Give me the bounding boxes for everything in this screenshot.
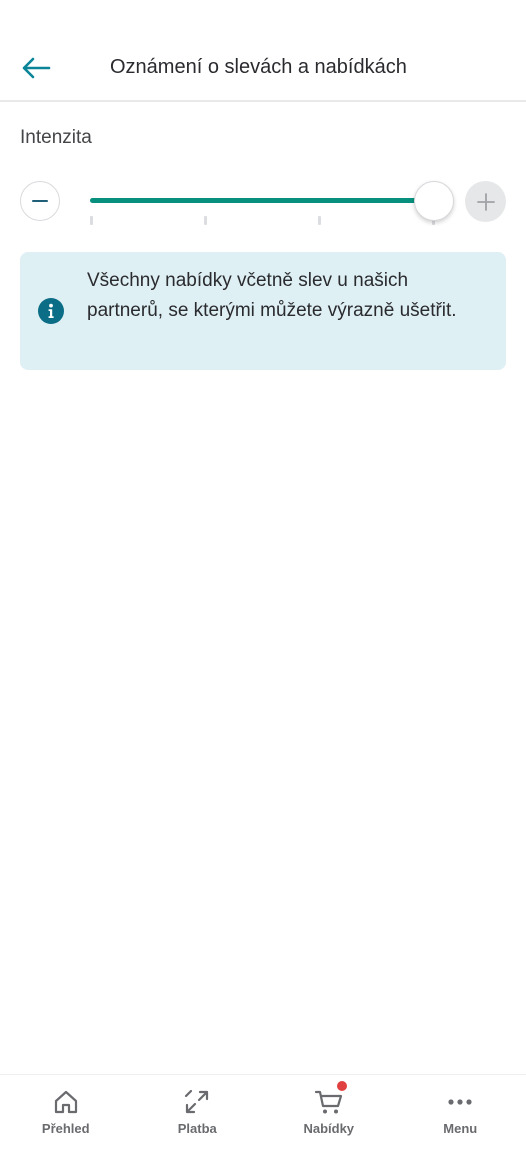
nav-item-nabidky[interactable]: Nabídky xyxy=(263,1075,395,1168)
slider-tick xyxy=(318,216,321,225)
plus-icon xyxy=(476,192,495,211)
info-icon xyxy=(38,298,64,324)
arrow-left-icon xyxy=(22,57,51,79)
page: Oznámení o slevách a nabídkách Intenzita… xyxy=(0,0,526,1168)
more-dots-icon xyxy=(448,1099,472,1105)
nav-item-menu[interactable]: Menu xyxy=(395,1075,526,1168)
cart-icon xyxy=(314,1090,342,1114)
slider-tick xyxy=(90,216,93,225)
transfer-arrows-icon xyxy=(185,1089,209,1114)
nav-label: Nabídky xyxy=(303,1121,355,1136)
page-title: Oznámení o slevách a nabídkách xyxy=(110,56,407,78)
nav-label: Přehled xyxy=(41,1121,90,1136)
home-icon xyxy=(54,1090,77,1114)
increase-button[interactable] xyxy=(465,181,506,222)
slider-tick xyxy=(204,216,207,225)
slider-fill xyxy=(90,198,434,203)
minus-icon xyxy=(32,200,48,202)
info-box: Všechny nabídky včetně slev u našich par… xyxy=(20,252,506,370)
intensity-slider[interactable] xyxy=(90,180,454,230)
nav-item-platba[interactable]: Platba xyxy=(132,1075,264,1168)
intensity-label: Intenzita xyxy=(20,127,92,148)
info-text: Všechny nabídky včetně slev u našich par… xyxy=(87,270,457,321)
decrease-button[interactable] xyxy=(20,181,60,221)
nav-item-prehled[interactable]: Přehled xyxy=(0,1075,132,1168)
nav-label: Platba xyxy=(177,1121,217,1136)
nav-label: Menu xyxy=(443,1121,478,1136)
slider-thumb[interactable] xyxy=(414,181,454,221)
back-button[interactable] xyxy=(14,48,58,88)
app-header: Oznámení o slevách a nabídkách xyxy=(0,0,526,102)
bottom-navigation: Přehled Platba Nabídky Menu xyxy=(0,1074,526,1168)
notification-badge xyxy=(337,1081,347,1091)
